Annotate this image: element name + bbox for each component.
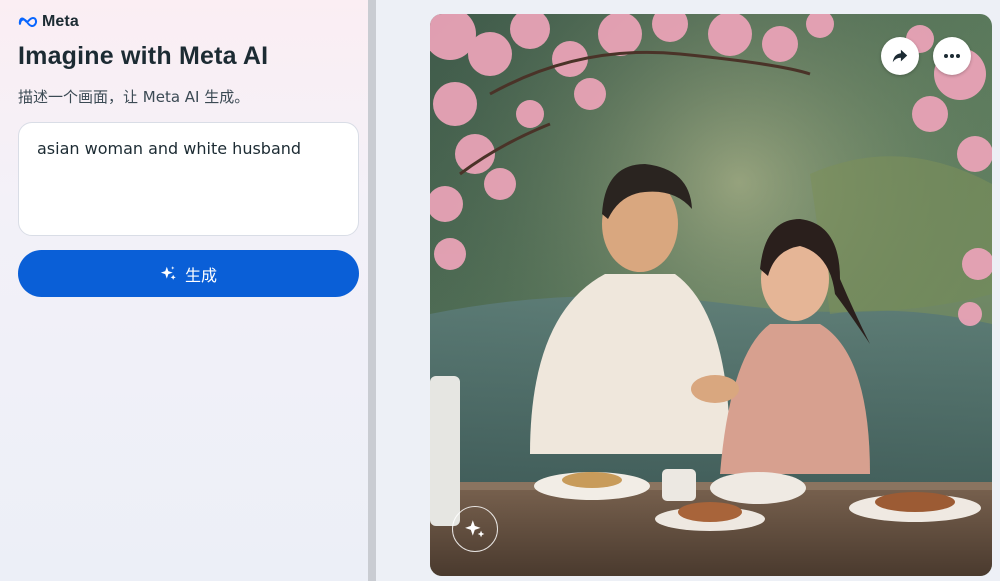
sparkle-icon bbox=[160, 266, 176, 280]
more-options-button[interactable] bbox=[933, 37, 971, 75]
share-button[interactable] bbox=[881, 37, 919, 75]
brand-name: Meta bbox=[42, 13, 79, 30]
prompt-text[interactable]: asian woman and white husband bbox=[37, 139, 301, 158]
left-panel: Meta Imagine with Meta AI 描述一个画面，让 Meta … bbox=[0, 0, 368, 581]
generated-image[interactable] bbox=[430, 14, 992, 576]
generated-image-art bbox=[430, 14, 992, 576]
watermark-sparkle-icon bbox=[465, 520, 485, 538]
page-subtitle: 描述一个画面，让 Meta AI 生成。 bbox=[18, 88, 250, 106]
share-arrow-icon bbox=[892, 49, 908, 63]
panel-divider[interactable] bbox=[368, 0, 376, 581]
brand[interactable]: Meta bbox=[18, 13, 79, 31]
page-title: Imagine with Meta AI bbox=[18, 42, 269, 70]
generate-button-label: 生成 bbox=[184, 265, 217, 285]
more-horizontal-icon bbox=[944, 54, 960, 58]
prompt-input[interactable]: asian woman and white husband bbox=[18, 122, 359, 236]
imagined-with-ai-watermark bbox=[452, 506, 498, 552]
meta-logo-icon bbox=[18, 16, 38, 27]
generate-button[interactable]: 生成 bbox=[18, 250, 359, 297]
